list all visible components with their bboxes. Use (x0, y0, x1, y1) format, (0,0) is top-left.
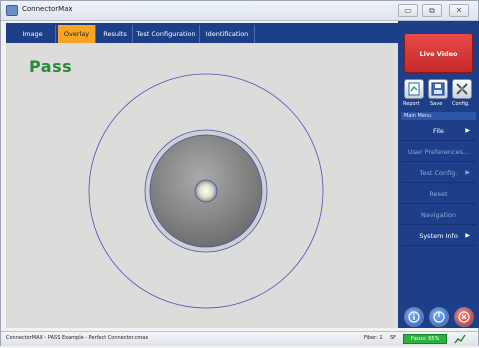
minimize-button[interactable]: ▭ (398, 4, 418, 17)
chevron-right-icon: ▶ (465, 232, 470, 239)
tab-results[interactable]: Results (98, 25, 133, 43)
chevron-right-icon: ▶ (465, 169, 470, 176)
save-label: Save (430, 101, 443, 107)
focus-badge: Focus: 65% (403, 334, 447, 344)
chevron-right-icon: ▶ (465, 127, 470, 134)
pass-result-label: Pass (29, 57, 73, 76)
status-file-text: ConnectorMAX - PASS Example - Perfect Co… (6, 335, 149, 341)
report-button[interactable] (404, 79, 424, 99)
config-button[interactable] (452, 79, 472, 99)
info-button[interactable] (404, 307, 424, 327)
menu-item-label: System Info (419, 232, 458, 240)
status-bar: ConnectorMAX - PASS Example - Perfect Co… (1, 331, 478, 346)
fiber-image-viewer[interactable]: Pass (6, 43, 398, 328)
power-icon (433, 311, 445, 323)
menu-item-label: Reset (429, 190, 448, 198)
close-button[interactable]: ✕ (449, 4, 469, 17)
menu-item-label: Navigation (420, 211, 457, 219)
config-label: Config. (452, 101, 470, 107)
tab-image[interactable]: Image (10, 25, 56, 43)
window-title: ConnectorMax (22, 5, 73, 13)
save-button[interactable] (428, 79, 448, 99)
menu-item-file[interactable]: File ▶ (401, 121, 476, 141)
menu-item-label: File (433, 127, 444, 135)
title-bar: ConnectorMax ▭ ⧉ ✕ (1, 1, 478, 21)
tab-test-configuration[interactable]: Test Configuration (133, 25, 200, 43)
menu-item-navigation[interactable]: Navigation (401, 205, 476, 225)
restore-button[interactable]: ⧉ (422, 4, 442, 17)
app-icon (6, 5, 18, 16)
tab-bar: Image Overlay Results Test Configuration… (6, 23, 398, 43)
report-label: Report (403, 101, 420, 107)
config-icon (456, 83, 468, 95)
tab-identification[interactable]: Identification (200, 25, 255, 43)
report-icon (408, 82, 420, 96)
info-icon (408, 311, 420, 323)
fiber-overlay (88, 73, 324, 309)
stop-button[interactable] (454, 307, 474, 327)
tab-overlay[interactable]: Overlay (58, 25, 96, 43)
save-icon (431, 82, 445, 96)
menu-item-label: User Preferences... (407, 148, 470, 156)
fiber-number-label: Fiber: 1 (364, 335, 383, 341)
power-button[interactable] (429, 307, 449, 327)
app-window: ConnectorMax ▭ ⧉ ✕ Image Overlay Results… (0, 0, 479, 346)
menu-item-test-config[interactable]: Test Config. ▶ (401, 163, 476, 183)
right-panel: Live Video Report Save Config. Main Menu… (398, 21, 479, 328)
menu-item-reset[interactable]: Reset (401, 184, 476, 204)
menu-item-label: Test Config. (419, 169, 458, 177)
stop-icon (458, 311, 470, 323)
fiber-core-ring (194, 179, 218, 203)
live-video-button[interactable]: Live Video (404, 33, 473, 73)
menu-item-system-info[interactable]: System Info ▶ (401, 226, 476, 246)
menu-item-user-preferences[interactable]: User Preferences... (401, 142, 476, 162)
fiber-type-label: SF (390, 335, 397, 341)
main-menu-title: Main Menu (401, 112, 476, 120)
